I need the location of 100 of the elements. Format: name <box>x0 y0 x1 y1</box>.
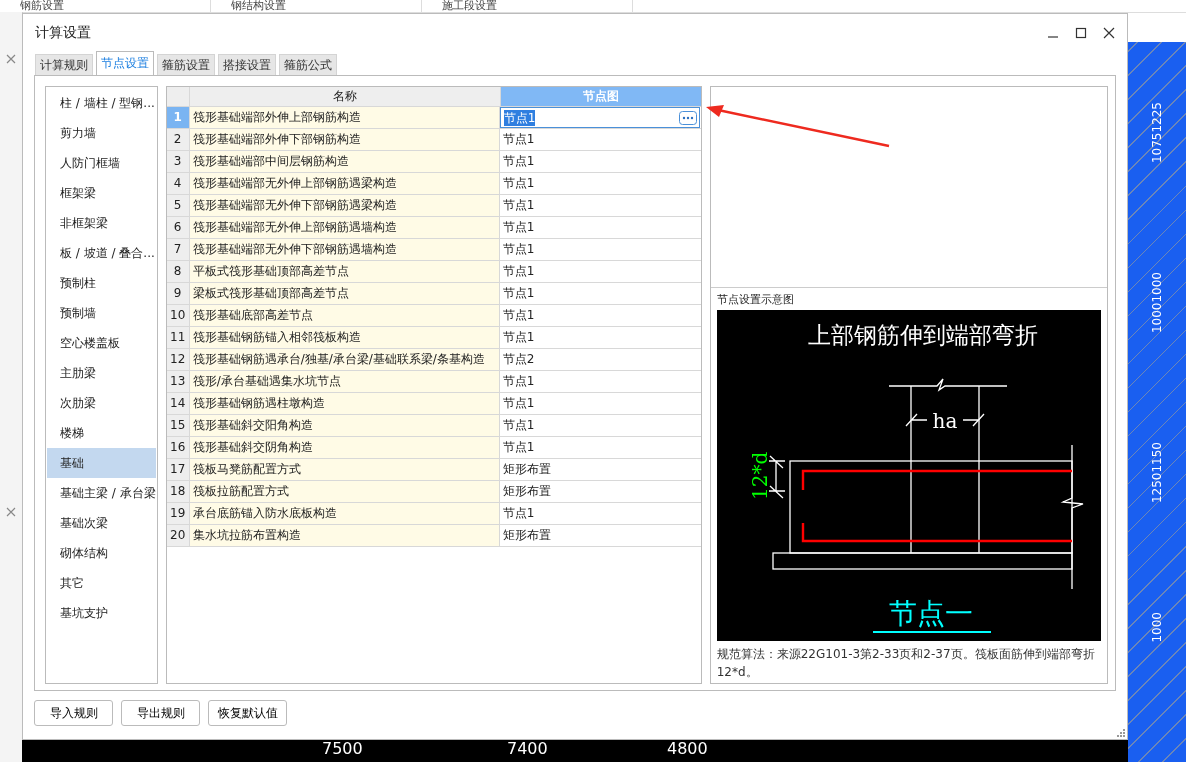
table-cell: 筏形基础斜交阳角构造 <box>189 415 500 436</box>
row-number[interactable]: 14 <box>166 393 190 414</box>
table-cell[interactable]: 节点1 <box>499 415 700 436</box>
table-cell[interactable]: 节点1 <box>499 173 700 194</box>
tab[interactable]: 箍筋设置 <box>157 54 215 75</box>
row-number[interactable]: 11 <box>166 327 190 348</box>
table-cell: 筏形基础端部中间层钢筋构造 <box>189 151 500 172</box>
row-number[interactable]: 9 <box>166 283 190 304</box>
action-button[interactable]: 恢复默认值 <box>208 700 287 726</box>
top-tab[interactable]: 施工段设置 <box>422 0 633 12</box>
table-cell: 筏形基础钢筋遇柱墩构造 <box>189 393 500 414</box>
category-item[interactable]: 预制墙 <box>47 298 156 328</box>
row-number[interactable]: 5 <box>166 195 190 216</box>
table-cell[interactable]: 节点1 <box>499 503 700 524</box>
diagram-heading: 上部钢筋伸到端部弯折 <box>807 322 1038 348</box>
table-cell[interactable]: 节点1 <box>499 371 700 392</box>
dimension-label: 10751225 <box>1150 102 1164 164</box>
dimension-label: 7400 <box>507 739 548 758</box>
table-cell: 筏形基础端部无外伸上部钢筋遇梁构造 <box>189 173 500 194</box>
row-number[interactable]: 8 <box>166 261 190 282</box>
category-item[interactable]: 楼梯 <box>47 418 156 448</box>
dimension-label: 10001000 <box>1150 272 1164 334</box>
table-cell[interactable]: 节点1 <box>499 261 700 282</box>
category-item[interactable]: 框架梁 <box>47 178 156 208</box>
dimension-label: 12501150 <box>1150 442 1164 504</box>
table-cell: 筏形基础端部外伸上部钢筋构造 <box>189 107 500 128</box>
row-number[interactable]: 12 <box>166 349 190 370</box>
category-item[interactable]: 基坑支护 <box>47 598 156 628</box>
category-item[interactable]: 基础 <box>47 448 156 478</box>
table-cell[interactable]: 节点1 <box>499 305 700 326</box>
more-icon[interactable] <box>678 110 697 125</box>
category-item[interactable]: 剪力墙 <box>47 118 156 148</box>
table-cell[interactable]: 节点1 <box>499 195 700 216</box>
table-cell[interactable]: 节点1 <box>499 151 700 172</box>
action-button[interactable]: 导出规则 <box>121 700 200 726</box>
row-number[interactable]: 3 <box>166 151 190 172</box>
row-number[interactable]: 20 <box>166 525 190 546</box>
dimension-label: 1000 <box>1150 612 1164 643</box>
row-number[interactable]: 2 <box>166 129 190 150</box>
category-item[interactable]: 预制柱 <box>47 268 156 298</box>
top-tab[interactable]: 钢结构设置 <box>211 0 422 12</box>
category-item[interactable]: 人防门框墙 <box>47 148 156 178</box>
tab[interactable]: 节点设置 <box>96 51 154 75</box>
table-cell[interactable]: 节点1 <box>499 239 700 260</box>
action-button[interactable]: 导入规则 <box>34 700 113 726</box>
maximize-icon[interactable] <box>1075 26 1087 39</box>
table-cell[interactable]: 节点1 <box>499 129 700 150</box>
table-cell: 承台底筋锚入防水底板构造 <box>189 503 500 524</box>
category-item[interactable]: 柱 / 墙柱 / 型钢... <box>47 88 156 118</box>
table-cell: 筏板拉筋配置方式 <box>189 481 500 502</box>
row-number[interactable]: 16 <box>166 437 190 458</box>
category-item[interactable]: 空心楼盖板 <box>47 328 156 358</box>
table-cell[interactable]: 节点1 <box>499 437 700 458</box>
category-item[interactable]: 基础主梁 / 承台梁 <box>47 478 156 508</box>
tab[interactable]: 箍筋公式 <box>279 54 337 75</box>
dimension-label: 4800 <box>667 739 708 758</box>
row-number[interactable]: 13 <box>166 371 190 392</box>
description-text: 规范算法：来源22G101-3第2-33页和2-37页。筏板面筋伸到端部弯折12*d。 <box>716 646 1096 681</box>
table-cell: 筏板马凳筋配置方式 <box>189 459 500 480</box>
column-header[interactable]: 名称 <box>189 87 501 106</box>
table-cell[interactable]: 矩形布置 <box>499 481 700 502</box>
category-item[interactable]: 板 / 坡道 / 叠合... <box>47 238 156 268</box>
table-cell[interactable]: 节点2 <box>499 349 700 370</box>
table-cell: 平板式筏形基础顶部高差节点 <box>189 261 500 282</box>
table-cell[interactable]: 节点1 <box>499 393 700 414</box>
table-cell[interactable]: 节点1 <box>499 283 700 304</box>
close-icon[interactable] <box>1103 26 1115 39</box>
tab[interactable]: 搭接设置 <box>218 54 276 75</box>
category-item[interactable]: 次肋梁 <box>47 388 156 418</box>
row-number[interactable]: 17 <box>166 459 190 480</box>
row-number[interactable]: 4 <box>166 173 190 194</box>
table-cell: 筏形基础端部无外伸下部钢筋遇梁构造 <box>189 195 500 216</box>
row-number[interactable]: 6 <box>166 217 190 238</box>
table-cell[interactable]: 矩形布置 <box>499 525 700 546</box>
table-cell: 筏形/承台基础遇集水坑节点 <box>189 371 500 392</box>
row-number[interactable]: 10 <box>166 305 190 326</box>
category-item[interactable]: 基础次梁 <box>47 508 156 538</box>
table-cell[interactable]: 矩形布置 <box>499 459 700 480</box>
dimension-label: ha <box>932 409 958 433</box>
category-item[interactable]: 砌体结构 <box>47 538 156 568</box>
row-number[interactable]: 18 <box>166 481 190 502</box>
node-select-field[interactable]: 节点1 <box>499 107 700 128</box>
dimension-label: 12*d <box>747 451 772 500</box>
table-cell: 筏形基础斜交阴角构造 <box>189 437 500 458</box>
dimension-label: 7500 <box>322 739 363 758</box>
diagram-caption: 节点一 <box>888 597 973 630</box>
resize-grip-icon[interactable] <box>1117 729 1125 737</box>
table-cell: 筏形基础底部高差节点 <box>189 305 500 326</box>
row-number[interactable]: 7 <box>166 239 190 260</box>
table-cell: 筏形基础钢筋遇承台/独基/承台梁/基础联系梁/条基构造 <box>189 349 500 370</box>
table-cell[interactable]: 节点1 <box>499 327 700 348</box>
table-cell[interactable]: 节点1 <box>499 217 700 238</box>
table-cell: 筏形基础端部无外伸下部钢筋遇墙构造 <box>189 239 500 260</box>
row-number[interactable]: 19 <box>166 503 190 524</box>
category-item[interactable]: 非框架梁 <box>47 208 156 238</box>
category-item[interactable]: 主肋梁 <box>47 358 156 388</box>
tab[interactable]: 计算规则 <box>35 54 93 75</box>
category-item[interactable]: 其它 <box>47 568 156 598</box>
row-number[interactable]: 15 <box>166 415 190 436</box>
table-cell: 筏形基础钢筋锚入相邻筏板构造 <box>189 327 500 348</box>
